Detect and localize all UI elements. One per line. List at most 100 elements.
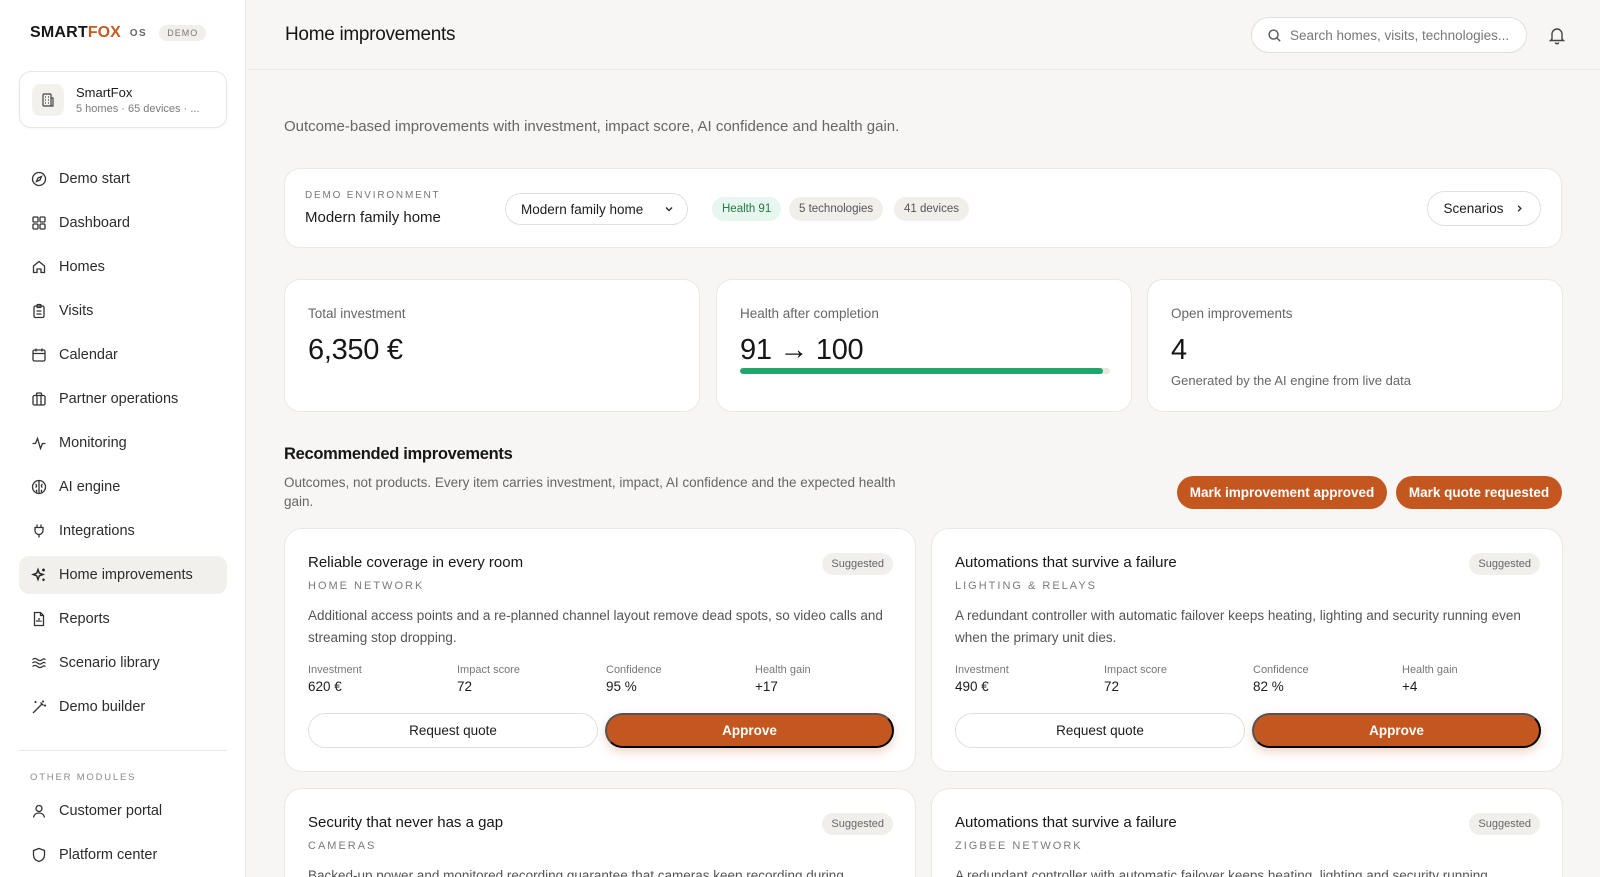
approve-button[interactable]: Approve <box>1252 713 1541 748</box>
report-icon <box>33 611 45 627</box>
nav-item-scenario-library[interactable]: Scenario library <box>19 644 227 682</box>
demo-badge: DEMO <box>159 25 207 41</box>
request-quote-button[interactable]: Request quote <box>308 713 598 748</box>
search-box[interactable] <box>1251 17 1527 53</box>
nav-item-integrations[interactable]: Integrations <box>19 512 227 550</box>
nav-label: Reports <box>59 611 110 627</box>
nav-item-homes[interactable]: Homes <box>19 248 227 286</box>
stat-subtext: Generated by the AI engine from live dat… <box>1171 373 1411 388</box>
approve-button[interactable]: Approve <box>605 713 894 748</box>
brand-logo[interactable]: SMART FOX OS DEMO <box>30 24 207 42</box>
metric-impact: Impact score 72 <box>1104 664 1167 694</box>
nav-item-demo-builder[interactable]: Demo builder <box>19 688 227 726</box>
nav-item-partner-operations[interactable]: Partner operations <box>19 380 227 418</box>
compass-icon <box>31 171 47 187</box>
metric-value: +4 <box>1402 679 1418 694</box>
card-description: Additional access points and a re-planne… <box>308 608 883 645</box>
environment-select-value: Modern family home <box>521 201 644 217</box>
brand-suffix: OS <box>129 27 148 39</box>
calendar-icon <box>32 348 46 362</box>
status-badge: Suggested <box>1469 553 1540 575</box>
card-title: Security that never has a gap <box>308 814 504 831</box>
nav-item-visits[interactable]: Visits <box>19 292 227 330</box>
status-badge: Suggested <box>822 553 893 575</box>
stat-label: Open improvements <box>1171 306 1293 321</box>
metric-value: 82 % <box>1253 679 1284 694</box>
metric-label: Investment <box>955 664 1009 676</box>
nav-item-demo-start[interactable]: Demo start <box>19 160 227 198</box>
metric-label: Health gain <box>1402 664 1458 676</box>
clipboard-icon <box>33 303 45 319</box>
mark-quote-requested-button[interactable]: Mark quote requested <box>1396 476 1562 509</box>
metric-health-gain: Health gain +17 <box>755 664 811 694</box>
request-quote-button[interactable]: Request quote <box>955 713 1245 748</box>
env-value: Modern family home <box>305 209 441 226</box>
briefcase-icon <box>32 392 46 406</box>
main-nav: Demo start Dashboard Homes Visits Calend… <box>19 160 227 732</box>
chevron-down-icon <box>665 206 673 212</box>
grid-icon <box>32 216 46 230</box>
health-progress-fill <box>740 368 1103 374</box>
page-subtitle: Outcome-based improvements with investme… <box>284 118 900 135</box>
nav-label: Platform center <box>59 847 158 863</box>
metric-confidence: Confidence 95 % <box>606 664 662 694</box>
nav-label: Customer portal <box>59 803 163 819</box>
metric-value: +17 <box>755 679 778 694</box>
nav-item-dashboard[interactable]: Dashboard <box>19 204 227 242</box>
nav-item-reports[interactable]: Reports <box>19 600 227 638</box>
nav-item-platform-center[interactable]: Platform center <box>19 836 227 874</box>
other-modules-nav: Customer portal Platform center <box>19 792 227 877</box>
org-name: SmartFox <box>76 84 133 100</box>
metric-health-gain: Health gain +4 <box>1402 664 1458 694</box>
stat-label: Health after completion <box>740 306 879 321</box>
brand-name-part1: SMART <box>30 24 88 41</box>
nav-label: Integrations <box>59 523 135 539</box>
stat-value: 6,350 € <box>308 334 403 366</box>
metric-impact: Impact score 72 <box>457 664 520 694</box>
wand-icon <box>32 700 46 714</box>
brand-name-part2: FOX <box>87 24 121 41</box>
waves-icon <box>32 657 46 669</box>
nav-label: Scenario library <box>59 655 160 671</box>
nav-item-ai-engine[interactable]: AI engine <box>19 468 227 506</box>
nav-label: Dashboard <box>59 215 130 231</box>
status-badge: Suggested <box>1469 813 1540 835</box>
metric-value: 72 <box>457 679 473 694</box>
recommended-description: Outcomes, not products. Every item carri… <box>284 475 896 509</box>
health-chip: Health 91 <box>712 197 782 221</box>
metric-label: Impact score <box>1104 664 1167 676</box>
org-switcher[interactable]: SmartFox 5 homes · 65 devices · ... <box>19 71 227 128</box>
stat-value: 91 → 100 <box>740 334 864 366</box>
stat-value: 4 <box>1171 334 1187 366</box>
metric-value: 72 <box>1104 679 1120 694</box>
metric-label: Confidence <box>606 664 662 676</box>
card-title: Automations that survive a failure <box>955 554 1177 571</box>
nav-item-monitoring[interactable]: Monitoring <box>19 424 227 462</box>
bell-icon[interactable] <box>1547 25 1567 45</box>
improvement-card: Automations that survive a failure Sugge… <box>931 528 1563 772</box>
devices-chip: 41 devices <box>894 197 969 221</box>
nav-item-home-improvements[interactable]: Home improvements <box>19 556 227 594</box>
nav-item-customer-portal[interactable]: Customer portal <box>19 792 227 830</box>
sidebar: SMART FOX OS DEMO SmartFox 5 homes · 65 d… <box>0 0 246 877</box>
org-meta: 5 homes · 65 devices · ... <box>76 102 200 115</box>
nav-label: Visits <box>59 303 94 319</box>
nav-label: Homes <box>59 259 105 275</box>
page-title: Home improvements <box>285 24 456 45</box>
card-title: Automations that survive a failure <box>955 814 1177 831</box>
scenarios-button-label: Scenarios <box>1443 201 1504 216</box>
plug-icon <box>34 524 44 538</box>
activity-icon <box>32 436 46 451</box>
nav-item-calendar[interactable]: Calendar <box>19 336 227 374</box>
environment-select[interactable]: Modern family home <box>505 193 688 225</box>
metric-value: 620 € <box>308 679 342 694</box>
nav-label: Partner operations <box>59 391 179 407</box>
technologies-chip: 5 technologies <box>789 197 884 221</box>
env-label: DEMO ENVIRONMENT <box>305 190 441 201</box>
mark-approved-button[interactable]: Mark improvement approved <box>1177 476 1387 509</box>
scenarios-button[interactable]: Scenarios <box>1427 191 1541 226</box>
total-investment-card: Total investment 6,350 € <box>284 279 700 412</box>
chevron-right-icon <box>1517 205 1522 212</box>
search-input[interactable] <box>1290 27 1520 43</box>
recommended-title: Recommended improvements <box>284 445 513 463</box>
